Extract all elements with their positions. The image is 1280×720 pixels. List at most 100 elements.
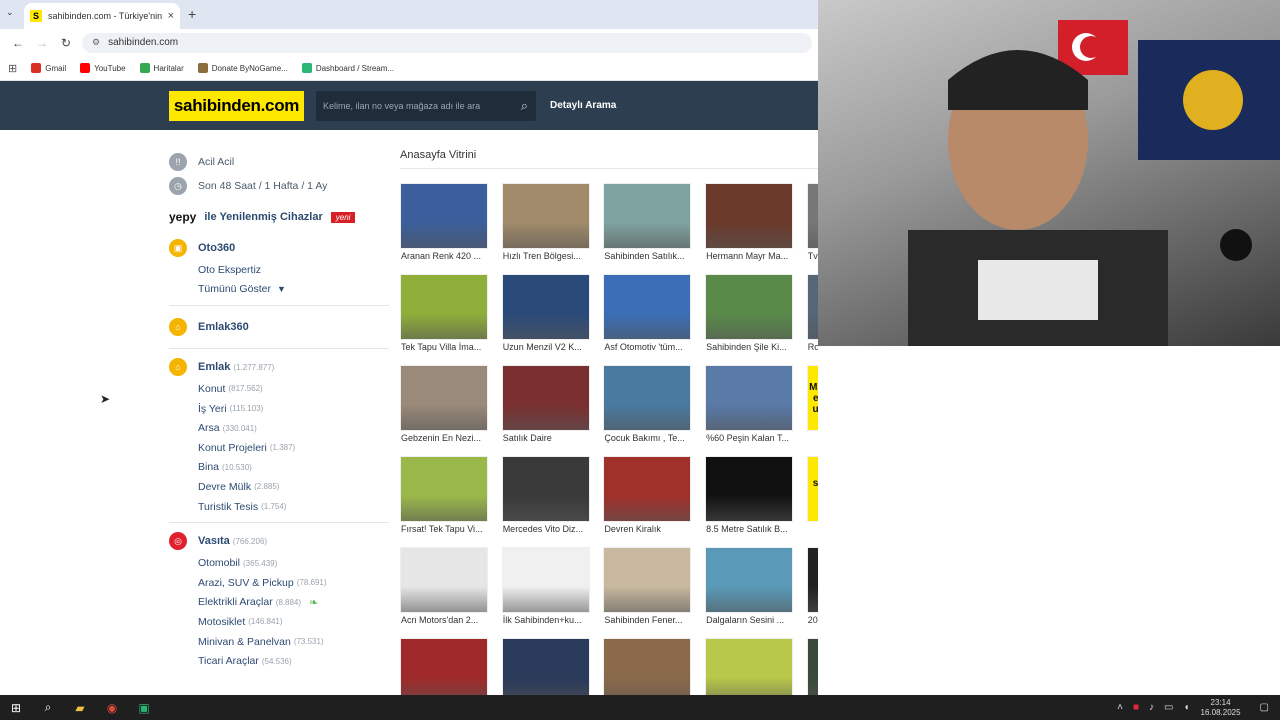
search-icon[interactable]: ⌕ <box>32 695 64 720</box>
sidebar-subcategory[interactable]: Konut Projeleri (1.387) <box>169 438 389 458</box>
tab-search-icon[interactable]: ⌄ <box>6 7 14 18</box>
listing-thumbnail <box>400 638 488 695</box>
alert-icon: !! <box>169 153 187 171</box>
tab-sahibinden[interactable]: S sahibinden.com - Türkiye'nin Online × <box>24 3 180 29</box>
app-tray-icon[interactable]: ■ <box>1133 702 1139 713</box>
sidebar-subcategory[interactable]: Arsa (330.041) <box>169 418 389 438</box>
showcase-item[interactable]: %60 Peşin Kalan T... <box>705 365 795 447</box>
sidebar-subcategory[interactable]: Arazi, SUV & Pickup (78.691) <box>169 573 389 593</box>
showcase-item[interactable]: Hermann Mayr Ma... <box>705 183 795 265</box>
listing-thumbnail <box>705 638 794 695</box>
showcase-item[interactable]: Tv <box>806 183 818 265</box>
bookmark-item[interactable]: YouTube <box>80 63 126 73</box>
bookmark-item[interactable]: Dashboard / Stream... <box>301 63 394 73</box>
showcase-item[interactable]: Sahibinden Satılık... <box>603 183 693 265</box>
sidebar-subcategory[interactable]: Otomobil (365.439) <box>169 553 389 573</box>
sidebar-yepy[interactable]: yepy ile Yenilenmiş Cihazlar yeni <box>169 198 389 236</box>
site-logo[interactable]: sahibinden.com <box>169 91 304 121</box>
showcase-item[interactable]: Milyonlarca ikinci el ürün, her gün uygu… <box>806 365 818 447</box>
site-info-icon[interactable]: ⚙ <box>92 37 100 48</box>
search-icon[interactable]: ⌕ <box>521 98 528 114</box>
network-icon[interactable]: ▭ <box>1164 702 1173 713</box>
steering-wheel-icon: ◎ <box>169 532 187 551</box>
sidebar-oto-ekspertiz[interactable]: Oto Ekspertiz <box>169 260 389 280</box>
bookmark-item[interactable]: Donate ByNoGame... <box>197 63 288 73</box>
reload-button[interactable]: ↻ <box>54 36 78 50</box>
ad-text: sahibinden.com yepy <box>812 478 818 489</box>
listing-thumbnail <box>501 547 590 613</box>
chevron-up-icon[interactable]: ˄ <box>1117 702 1123 713</box>
showcase-item[interactable]: Dalgaların Sesini ... <box>705 547 795 629</box>
start-icon[interactable]: ⊞ <box>0 695 32 720</box>
showcase-item[interactable]: Uzun Menzil V2 K... <box>501 274 592 356</box>
subcategory-count: (365.439) <box>243 558 278 568</box>
bookmark-item[interactable]: Gmail <box>31 63 66 73</box>
back-button[interactable]: ← <box>6 36 30 50</box>
showcase-item[interactable]: Çocuk Bakımı , Te... <box>603 365 693 447</box>
sidebar-acil[interactable]: !! Acil Acil <box>169 150 389 174</box>
listing-thumbnail <box>400 456 488 522</box>
sidebar-oto360[interactable]: ▣ Oto360 <box>169 236 389 260</box>
sidebar-vasita[interactable]: ◎ Vasıta (766.206) <box>169 529 389 553</box>
showcase-item[interactable]: İlk Sahibinden+ku... <box>501 547 592 629</box>
speaker-icon[interactable]: ◖ <box>1183 702 1189 713</box>
sidebar-emlak360[interactable]: ⌂ Emlak360 <box>169 312 389 342</box>
showcase-item[interactable]: Sahibinden Şile Ki... <box>705 274 795 356</box>
listing-thumbnail <box>806 638 818 695</box>
app-icon[interactable]: ▣ <box>128 695 160 720</box>
sidebar-subcategory[interactable]: İş Yeri (115.103) <box>169 399 389 419</box>
sidebar-subcategory[interactable]: Motosiklet (146.841) <box>169 612 389 632</box>
showcase-item[interactable]: Sahibinden Fener... <box>603 547 693 629</box>
leaf-icon: ❧ <box>309 596 319 609</box>
sidebar-subcategory[interactable]: Bina (10.530) <box>169 458 389 478</box>
detailed-search-link[interactable]: Detaylı Arama <box>550 100 616 111</box>
showcase-item[interactable]: Gebzenin En Nezi... <box>400 365 490 447</box>
browser-toolbar: ← → ↻ ⚙ sahibinden.com <box>0 29 818 56</box>
showcase-item[interactable]: 8.5 Metre Satılık B... <box>705 456 795 538</box>
sidebar-subcategory[interactable]: Konut (817.562) <box>169 379 389 399</box>
sidebar-recent[interactable]: ◷ Son 48 Saat / 1 Hafta / 1 Ay <box>169 174 389 198</box>
new-tab-button[interactable]: + <box>188 6 196 22</box>
clock[interactable]: 23:14 16.08.2025 <box>1201 698 1241 718</box>
showcase-item[interactable]: 2018/hatasız/mer... <box>806 547 818 629</box>
showcase-item[interactable]: Fırsat! Tek Tapu Vi... <box>400 456 490 538</box>
showcase-item[interactable]: sahibinden.com yepy <box>806 456 818 538</box>
folder-icon[interactable]: ▰ <box>64 695 96 720</box>
sidebar-emlak[interactable]: ⌂ Emlak (1.277.877) <box>169 355 389 379</box>
show-all-link[interactable]: Tümünü Göster ▼ <box>169 280 389 300</box>
emlak-label: Emlak <box>198 361 231 374</box>
sidebar-subcategory[interactable]: Turistik Tesis (1.754) <box>169 497 389 517</box>
listing-caption: Mercedes Vito Diz... <box>502 524 584 534</box>
showcase-item[interactable] <box>400 638 490 695</box>
search-input[interactable] <box>323 101 508 111</box>
showcase-item[interactable]: Devren Kiralık <box>603 456 693 538</box>
sidebar-subcategory[interactable]: Devre Mülk (2.885) <box>169 477 389 497</box>
apps-icon[interactable]: ⊞ <box>8 62 17 75</box>
sidebar-subcategory[interactable]: Ticari Araçlar (54.536) <box>169 651 389 671</box>
listing-thumbnail <box>501 274 590 340</box>
address-bar[interactable]: ⚙ sahibinden.com <box>82 32 812 53</box>
showcase-item[interactable]: Mercedes Vito Diz... <box>501 456 592 538</box>
showcase-item[interactable] <box>705 638 795 695</box>
bookmark-item[interactable]: Haritalar <box>139 63 184 73</box>
bookmark-label: Donate ByNoGame... <box>211 63 288 73</box>
showcase-item[interactable]: Tek Tapu Villa İma... <box>400 274 490 356</box>
showcase-item[interactable] <box>501 638 592 695</box>
listing-caption: Acn Motors'dan 2... <box>401 615 479 625</box>
showcase-item[interactable]: Rooxz Hedef Ozg... <box>806 274 818 356</box>
emlak360-label: Emlak360 <box>198 321 249 334</box>
showcase-item[interactable] <box>806 638 818 695</box>
notification-icon[interactable]: ▢ <box>1260 702 1269 713</box>
showcase-item[interactable]: Asf Otomotiv 'tüm... <box>603 274 693 356</box>
sidebar-subcategory[interactable]: Minivan & Panelvan (73.531) <box>169 632 389 652</box>
showcase-item[interactable]: Satılık Daire <box>501 365 592 447</box>
tab-close-icon[interactable]: × <box>168 10 174 22</box>
showcase-item[interactable]: Aranan Renk 420 ... <box>400 183 490 265</box>
chrome-icon[interactable]: ◉ <box>96 695 128 720</box>
showcase-item[interactable]: Acn Motors'dan 2... <box>400 547 490 629</box>
showcase-item[interactable] <box>603 638 693 695</box>
forward-button[interactable]: → <box>30 36 54 50</box>
showcase-item[interactable]: Hızlı Tren Bölgesi... <box>501 183 592 265</box>
microphone-icon[interactable]: ♪ <box>1149 702 1154 713</box>
sidebar-subcategory[interactable]: Elektrikli Araçlar (8.884) ❧ <box>169 593 389 613</box>
